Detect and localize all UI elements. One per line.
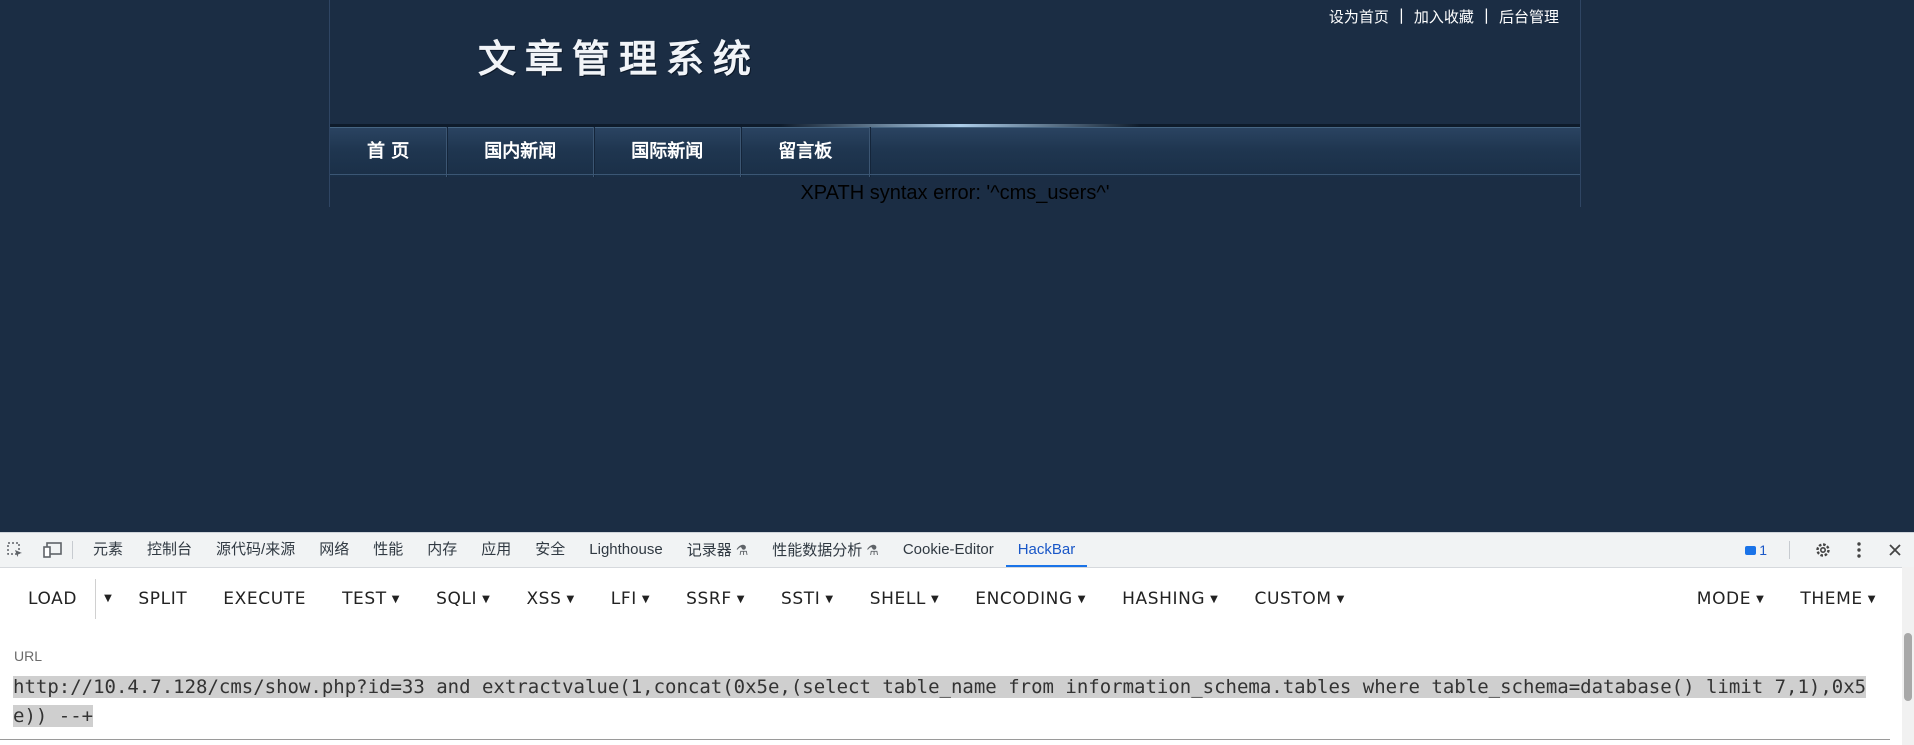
test-menu-label: TEST bbox=[342, 589, 387, 609]
tab-lighthouse[interactable]: Lighthouse bbox=[577, 533, 674, 567]
xss-menu-label: XSS bbox=[526, 589, 562, 609]
flask-icon: ⚗ bbox=[866, 542, 879, 558]
issues-badge[interactable]: 1 bbox=[1745, 542, 1767, 558]
flask-icon: ⚗ bbox=[735, 542, 749, 558]
caret-down-icon: ▼ bbox=[1210, 594, 1219, 605]
more-options-icon[interactable] bbox=[1848, 539, 1870, 561]
mode-menu-label: MODE bbox=[1696, 589, 1752, 609]
main-nav: 首 页 国内新闻 国际新闻 留言板 bbox=[330, 124, 1580, 177]
caret-down-icon: ▼ bbox=[825, 594, 834, 605]
nav-item-international-news[interactable]: 国际新闻 bbox=[594, 127, 742, 177]
tab-performance-insights[interactable]: 性能数据分析 ⚗ bbox=[760, 533, 891, 567]
set-homepage-link[interactable]: 设为首页 bbox=[1329, 6, 1389, 27]
ssti-menu[interactable]: SSTI ▼ bbox=[763, 579, 852, 619]
tab-console[interactable]: 控制台 bbox=[135, 533, 204, 567]
theme-menu[interactable]: THEME ▼ bbox=[1782, 579, 1894, 619]
load-split-button: LOAD ▼ bbox=[10, 579, 120, 619]
split-button[interactable]: SPLIT bbox=[120, 579, 205, 619]
url-textarea[interactable]: http://10.4.7.128/cms/show.php?id=33 and… bbox=[13, 673, 1885, 731]
encoding-menu-label: ENCODING bbox=[975, 589, 1073, 609]
issues-count: 1 bbox=[1759, 542, 1767, 558]
ssrf-menu[interactable]: SSRF ▼ bbox=[668, 579, 763, 619]
tab-hackbar[interactable]: HackBar bbox=[1005, 533, 1088, 567]
hackbar-right-controls: MODE ▼ THEME ▼ bbox=[1679, 568, 1894, 630]
caret-down-icon: ▼ bbox=[1867, 594, 1876, 605]
caret-down-icon: ▼ bbox=[930, 594, 940, 605]
error-message: XPATH syntax error: '^cms_users^' bbox=[800, 182, 1110, 204]
custom-menu-label: CUSTOM bbox=[1254, 589, 1332, 609]
hackbar-toolbar: LOAD ▼ SPLIT EXECUTE TEST ▼ SQLI ▼ XSS ▼ LF… bbox=[0, 568, 1914, 630]
tab-security[interactable]: 安全 bbox=[523, 533, 577, 567]
lfi-menu[interactable]: LFI ▼ bbox=[593, 579, 668, 619]
shell-menu[interactable]: SHELL ▼ bbox=[852, 579, 958, 619]
tab-recorder[interactable]: 记录器 ⚗ bbox=[675, 533, 761, 567]
url-text: http://10.4.7.128/cms/show.php?id=33 and… bbox=[13, 676, 1867, 727]
caret-down-icon: ▼ bbox=[391, 594, 401, 605]
lfi-menu-label: LFI bbox=[610, 589, 637, 609]
devtools-scrollbar[interactable] bbox=[1902, 567, 1914, 745]
link-separator: | bbox=[1398, 6, 1404, 24]
tab-performance[interactable]: 性能 bbox=[361, 533, 415, 567]
ssrf-menu-label: SSRF bbox=[686, 589, 732, 609]
tab-memory[interactable]: 内存 bbox=[415, 533, 469, 567]
admin-link[interactable]: 后台管理 bbox=[1499, 6, 1559, 27]
caret-down-icon: ▼ bbox=[1077, 594, 1087, 605]
hashing-menu-label: HASHING bbox=[1122, 589, 1206, 609]
devtools-tabbar: 元素 控制台 源代码/来源 网络 性能 内存 应用 安全 Lighthouse … bbox=[0, 533, 1914, 568]
device-toolbar-icon[interactable] bbox=[42, 539, 64, 561]
tab-recorder-label: 记录器 bbox=[686, 542, 732, 559]
nav-item-domestic-news[interactable]: 国内新闻 bbox=[447, 127, 595, 177]
site-header: 文章管理系统 设为首页 | 加入收藏 | 后台管理 bbox=[330, 0, 1580, 124]
url-label: URL bbox=[14, 648, 43, 664]
toolbar-divider bbox=[1789, 541, 1790, 559]
hashing-menu[interactable]: HASHING ▼ bbox=[1104, 579, 1236, 619]
load-button[interactable]: LOAD bbox=[10, 579, 95, 619]
url-field-underline bbox=[0, 739, 1890, 740]
load-dropdown-caret-icon[interactable]: ▼ bbox=[95, 579, 120, 619]
ssti-menu-label: SSTI bbox=[781, 589, 821, 609]
caret-down-icon: ▼ bbox=[1756, 594, 1765, 605]
tab-cookie-editor[interactable]: Cookie-Editor bbox=[891, 533, 1006, 567]
caret-down-icon: ▼ bbox=[641, 594, 651, 605]
sqli-menu[interactable]: SQLI ▼ bbox=[418, 579, 508, 619]
test-menu[interactable]: TEST ▼ bbox=[324, 579, 418, 619]
caret-down-icon: ▼ bbox=[566, 594, 575, 605]
scrollbar-thumb[interactable] bbox=[1904, 633, 1912, 701]
nav-divider bbox=[330, 174, 1580, 175]
settings-gear-icon[interactable] bbox=[1812, 539, 1834, 561]
encoding-menu[interactable]: ENCODING ▼ bbox=[957, 579, 1104, 619]
devtools-right-controls: 1 bbox=[1745, 533, 1906, 567]
xss-menu[interactable]: XSS ▼ bbox=[508, 579, 592, 619]
tab-application[interactable]: 应用 bbox=[469, 533, 523, 567]
tab-network[interactable]: 网络 bbox=[307, 533, 361, 567]
site-logo: 文章管理系统 bbox=[478, 36, 761, 81]
sqli-menu-label: SQLI bbox=[436, 589, 478, 609]
close-icon[interactable] bbox=[1884, 539, 1906, 561]
website-frame: 文章管理系统 设为首页 | 加入收藏 | 后台管理 首 页 国内新闻 国际新闻 … bbox=[329, 0, 1581, 207]
top-links: 设为首页 | 加入收藏 | 后台管理 bbox=[1329, 6, 1559, 27]
shell-menu-label: SHELL bbox=[869, 589, 926, 609]
nav-item-home[interactable]: 首 页 bbox=[330, 127, 448, 177]
theme-menu-label: THEME bbox=[1800, 589, 1863, 609]
caret-down-icon: ▼ bbox=[736, 594, 746, 605]
caret-down-icon: ▼ bbox=[1336, 594, 1345, 605]
tab-sources[interactable]: 源代码/来源 bbox=[204, 533, 307, 567]
caret-down-icon: ▼ bbox=[482, 594, 491, 605]
custom-menu[interactable]: CUSTOM ▼ bbox=[1236, 579, 1362, 619]
toolbar-divider bbox=[72, 541, 73, 559]
inspect-element-icon[interactable] bbox=[4, 539, 26, 561]
devtools-panel: 元素 控制台 源代码/来源 网络 性能 内存 应用 安全 Lighthouse … bbox=[0, 532, 1914, 745]
nav-item-guestbook[interactable]: 留言板 bbox=[741, 127, 871, 177]
message-icon bbox=[1745, 545, 1757, 555]
execute-button[interactable]: EXECUTE bbox=[205, 579, 324, 619]
add-favorite-link[interactable]: 加入收藏 bbox=[1414, 6, 1474, 27]
tab-performance-insights-label: 性能数据分析 bbox=[772, 542, 863, 559]
mode-menu[interactable]: MODE ▼ bbox=[1679, 579, 1783, 619]
link-separator: | bbox=[1483, 6, 1489, 24]
tab-elements[interactable]: 元素 bbox=[81, 533, 135, 567]
